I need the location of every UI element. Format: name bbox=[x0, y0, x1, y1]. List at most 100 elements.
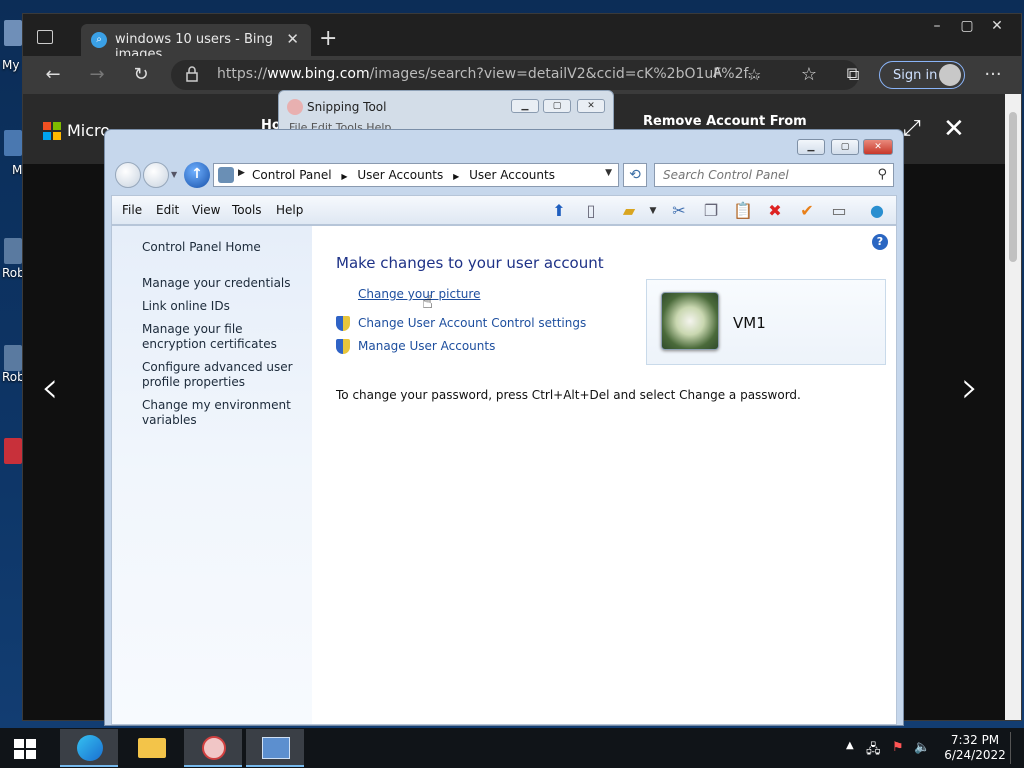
desktop-icon-my-computer[interactable] bbox=[4, 20, 22, 46]
tab-close-icon[interactable]: ✕ bbox=[286, 30, 299, 48]
refresh-icon[interactable]: ↻ bbox=[127, 62, 155, 88]
collections-icon[interactable]: ⧉ bbox=[839, 62, 867, 88]
nav-advanced-profile[interactable]: Configure advanced user profile properti… bbox=[142, 360, 302, 390]
volume-icon[interactable]: 🔈 bbox=[914, 740, 930, 755]
nav-link-online-ids[interactable]: Link online IDs bbox=[142, 299, 302, 314]
clock-date: 6/24/2022 bbox=[944, 748, 1006, 762]
breadcrumb: Control Panel ▶ User Accounts ▶ User Acc… bbox=[252, 168, 555, 182]
search-icon[interactable]: ⚲ bbox=[877, 167, 887, 182]
next-image-arrow-icon[interactable]: › bbox=[961, 362, 979, 413]
chevron-right-icon: ▶ bbox=[453, 172, 460, 181]
search-input[interactable] bbox=[663, 168, 863, 182]
cp-left-nav: Control Panel Home Manage your credentia… bbox=[112, 226, 312, 724]
up-arrow-icon[interactable]: ⬆ bbox=[548, 200, 570, 222]
snipping-tool-window[interactable]: Snipping Tool File Edit Tools Help ▁ ▢ ✕ bbox=[278, 90, 614, 134]
microsoft-logo-icon[interactable] bbox=[43, 122, 61, 140]
breadcrumb-user-accounts[interactable]: User Accounts bbox=[357, 168, 443, 182]
nav-file-encryption[interactable]: Manage your file encryption certificates bbox=[142, 322, 302, 352]
cp-maximize-button[interactable]: ▢ bbox=[831, 139, 859, 155]
breadcrumb-user-accounts-current[interactable]: User Accounts bbox=[469, 168, 555, 182]
forward-button[interactable] bbox=[143, 162, 169, 188]
network-icon[interactable]: 🖧 bbox=[866, 740, 881, 762]
browser-toolbar: ← → ↻ https://www.bing.com/images/search… bbox=[23, 56, 1021, 94]
action-center-icon[interactable]: ⚑ bbox=[892, 740, 904, 755]
desktop-label: My bbox=[2, 58, 20, 72]
show-desktop-button[interactable] bbox=[1010, 732, 1016, 764]
read-aloud-icon[interactable]: A bbox=[713, 66, 722, 81]
desktop-icon[interactable] bbox=[4, 130, 22, 156]
checkmark-icon[interactable]: ✔ bbox=[796, 200, 818, 222]
taskbar-control-panel-button[interactable] bbox=[246, 729, 304, 767]
menu-file[interactable]: File bbox=[122, 203, 142, 217]
cut-icon[interactable]: ✂ bbox=[668, 200, 690, 222]
close-window-button[interactable]: ✕ bbox=[983, 18, 1011, 36]
delete-icon[interactable]: ✖ bbox=[764, 200, 786, 222]
menu-view[interactable]: View bbox=[192, 203, 220, 217]
nav-environment-variables[interactable]: Change my environment variables bbox=[142, 398, 302, 428]
snip-maximize-button[interactable]: ▢ bbox=[543, 99, 571, 113]
add-favorite-icon[interactable]: ☆ bbox=[747, 65, 761, 84]
cp-search-box[interactable]: ⚲ bbox=[654, 163, 894, 187]
nav-manage-credentials[interactable]: Manage your credentials bbox=[142, 276, 302, 291]
new-tab-button[interactable]: + bbox=[319, 26, 337, 51]
tab-actions-icon[interactable] bbox=[37, 30, 53, 44]
minimize-button[interactable]: – bbox=[923, 18, 951, 36]
cp-address-bar[interactable]: ▶ Control Panel ▶ User Accounts ▶ User A… bbox=[213, 163, 619, 187]
help-icon[interactable]: ? bbox=[872, 234, 888, 250]
snip-minimize-button[interactable]: ▁ bbox=[511, 99, 539, 113]
menu-edit[interactable]: Edit bbox=[156, 203, 179, 217]
change-picture-link[interactable]: Change your picture bbox=[358, 287, 480, 301]
nav-control-panel-home[interactable]: Control Panel Home bbox=[142, 240, 302, 255]
page-title: Make changes to your user account bbox=[336, 254, 604, 272]
snip-close-button[interactable]: ✕ bbox=[577, 99, 605, 113]
back-button[interactable] bbox=[115, 162, 141, 188]
menu-help[interactable]: Help bbox=[276, 203, 303, 217]
windows-start-icon[interactable] bbox=[14, 739, 36, 759]
page-scrollbar[interactable] bbox=[1005, 94, 1021, 720]
pane-icon[interactable]: ▯ bbox=[580, 200, 602, 222]
address-dropdown-icon[interactable]: ▼ bbox=[605, 168, 612, 178]
taskbar: ▲ 🖧 ⚑ 🔈 7:32 PM 6/24/2022 bbox=[0, 728, 1024, 768]
expand-icon[interactable]: ⤢ bbox=[903, 116, 921, 141]
properties-icon[interactable]: ▭ bbox=[828, 200, 850, 222]
more-options-icon[interactable]: ··· bbox=[979, 62, 1007, 88]
browser-tab[interactable]: ⌕ windows 10 users - Bing images ✕ bbox=[81, 24, 311, 62]
back-arrow-icon[interactable]: ← bbox=[39, 62, 67, 88]
uac-settings-label: Change User Account Control settings bbox=[358, 316, 587, 330]
address-bar[interactable]: https://www.bing.com/images/search?view=… bbox=[171, 60, 859, 90]
up-level-button[interactable]: ↑ bbox=[184, 162, 210, 188]
copy-icon[interactable]: ❐ bbox=[700, 200, 722, 222]
show-hidden-icons-icon[interactable]: ▲ bbox=[846, 740, 854, 751]
desktop-icon[interactable] bbox=[4, 438, 22, 464]
user-avatar[interactable] bbox=[661, 292, 719, 350]
taskbar-file-explorer-button[interactable] bbox=[122, 729, 180, 767]
url-text: https://www.bing.com/images/search?view=… bbox=[217, 66, 761, 82]
related-search-remove-account[interactable]: Remove Account From bbox=[643, 114, 807, 129]
cp-menu-toolbar: File Edit View Tools Help ⬆ ▯ ▰ ▼ ✂ ❐ 📋 … bbox=[111, 195, 897, 225]
close-viewer-icon[interactable]: ✕ bbox=[943, 114, 965, 144]
taskbar-snipping-tool-button[interactable] bbox=[184, 729, 242, 767]
menu-tools[interactable]: Tools bbox=[232, 203, 262, 217]
bing-search-icon: ⌕ bbox=[91, 32, 107, 48]
globe-icon[interactable]: ● bbox=[866, 200, 888, 222]
system-clock[interactable]: 7:32 PM 6/24/2022 bbox=[940, 733, 1010, 763]
scrollbar-thumb[interactable] bbox=[1009, 112, 1017, 262]
paste-icon[interactable]: 📋 bbox=[732, 200, 754, 222]
recent-pages-dropdown-icon[interactable]: ▼ bbox=[171, 170, 177, 179]
desktop-icon[interactable] bbox=[4, 238, 22, 264]
forward-arrow-icon[interactable]: → bbox=[83, 62, 111, 88]
maximize-button[interactable]: ▢ bbox=[953, 18, 981, 36]
folders-icon[interactable]: ▰ bbox=[618, 200, 640, 222]
uac-shield-icon bbox=[336, 316, 350, 331]
previous-image-arrow-icon[interactable]: ‹ bbox=[41, 362, 59, 413]
refresh-icon[interactable]: ⟲ bbox=[623, 163, 647, 187]
cp-close-button[interactable]: ✕ bbox=[863, 139, 893, 155]
breadcrumb-control-panel[interactable]: Control Panel bbox=[252, 168, 332, 182]
favorites-icon[interactable]: ☆ bbox=[795, 62, 823, 88]
sign-in-button[interactable]: Sign in bbox=[879, 61, 965, 89]
cp-minimize-button[interactable]: ▁ bbox=[797, 139, 825, 155]
taskbar-edge-button[interactable] bbox=[60, 729, 118, 767]
dropdown-icon[interactable]: ▼ bbox=[642, 200, 664, 222]
desktop-icon[interactable] bbox=[4, 345, 22, 371]
snipping-tool-icon bbox=[202, 736, 226, 760]
